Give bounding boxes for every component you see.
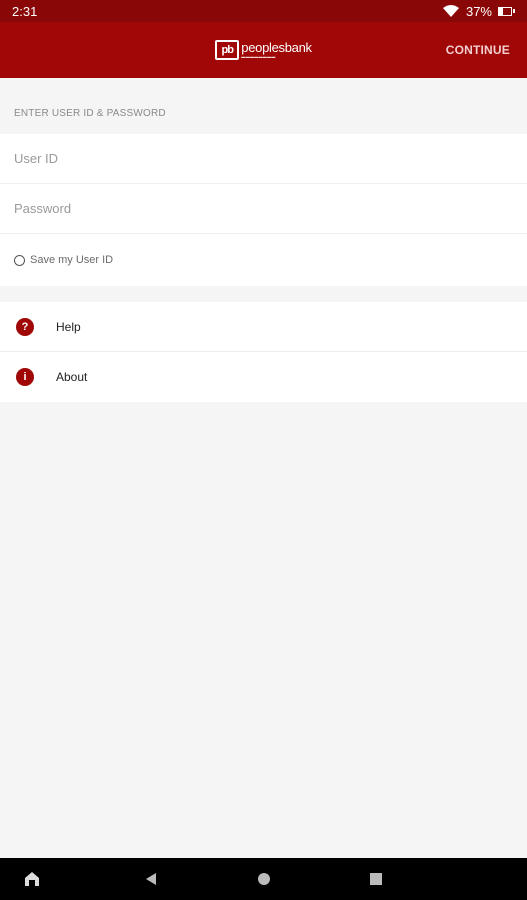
menu-item-about[interactable]: i About xyxy=(0,352,527,402)
system-nav-bar xyxy=(0,858,527,900)
user-id-input[interactable] xyxy=(14,151,527,166)
recents-icon[interactable] xyxy=(369,872,383,886)
menu-item-label: About xyxy=(56,370,88,384)
home-app-icon[interactable] xyxy=(22,869,42,889)
wifi-icon xyxy=(442,4,460,18)
battery-percent: 37% xyxy=(465,3,492,19)
peoples-bank-logo: pb peoplesbank ▬▬▬▬▬▬▬▬ xyxy=(215,40,312,60)
save-user-id-label: Save my User ID xyxy=(30,254,114,266)
login-section-label: ENTER USER ID & PASSWORD xyxy=(14,108,166,119)
status-time: 2:31 xyxy=(12,3,38,19)
home-icon[interactable] xyxy=(257,872,271,886)
logo-tagline: ▬▬▬▬▬▬▬▬ xyxy=(241,54,276,59)
user-id-row xyxy=(0,134,527,184)
password-row xyxy=(0,184,527,234)
app-bar: pb peoplesbank ▬▬▬▬▬▬▬▬ CONTINUE xyxy=(0,22,527,78)
back-icon[interactable] xyxy=(143,871,159,887)
menu-item-help[interactable]: ? Help xyxy=(0,302,527,352)
menu-item-label: Help xyxy=(56,319,81,334)
save-user-id-radio[interactable] xyxy=(14,254,25,266)
info-icon: i xyxy=(16,368,34,386)
status-bar: 2:31 37% xyxy=(0,0,527,22)
login-form: Save my User ID xyxy=(0,134,527,286)
save-user-id-row[interactable]: Save my User ID xyxy=(0,234,527,286)
status-indicators: 37% xyxy=(442,4,515,19)
battery-icon xyxy=(498,6,515,16)
logo-mark: pb xyxy=(215,40,240,60)
menu-list: ? Help i About xyxy=(0,302,527,402)
password-input[interactable] xyxy=(14,201,527,216)
continue-button[interactable]: CONTINUE xyxy=(446,22,510,78)
logo-name: peoplesbank xyxy=(241,40,312,55)
help-icon: ? xyxy=(16,317,34,336)
